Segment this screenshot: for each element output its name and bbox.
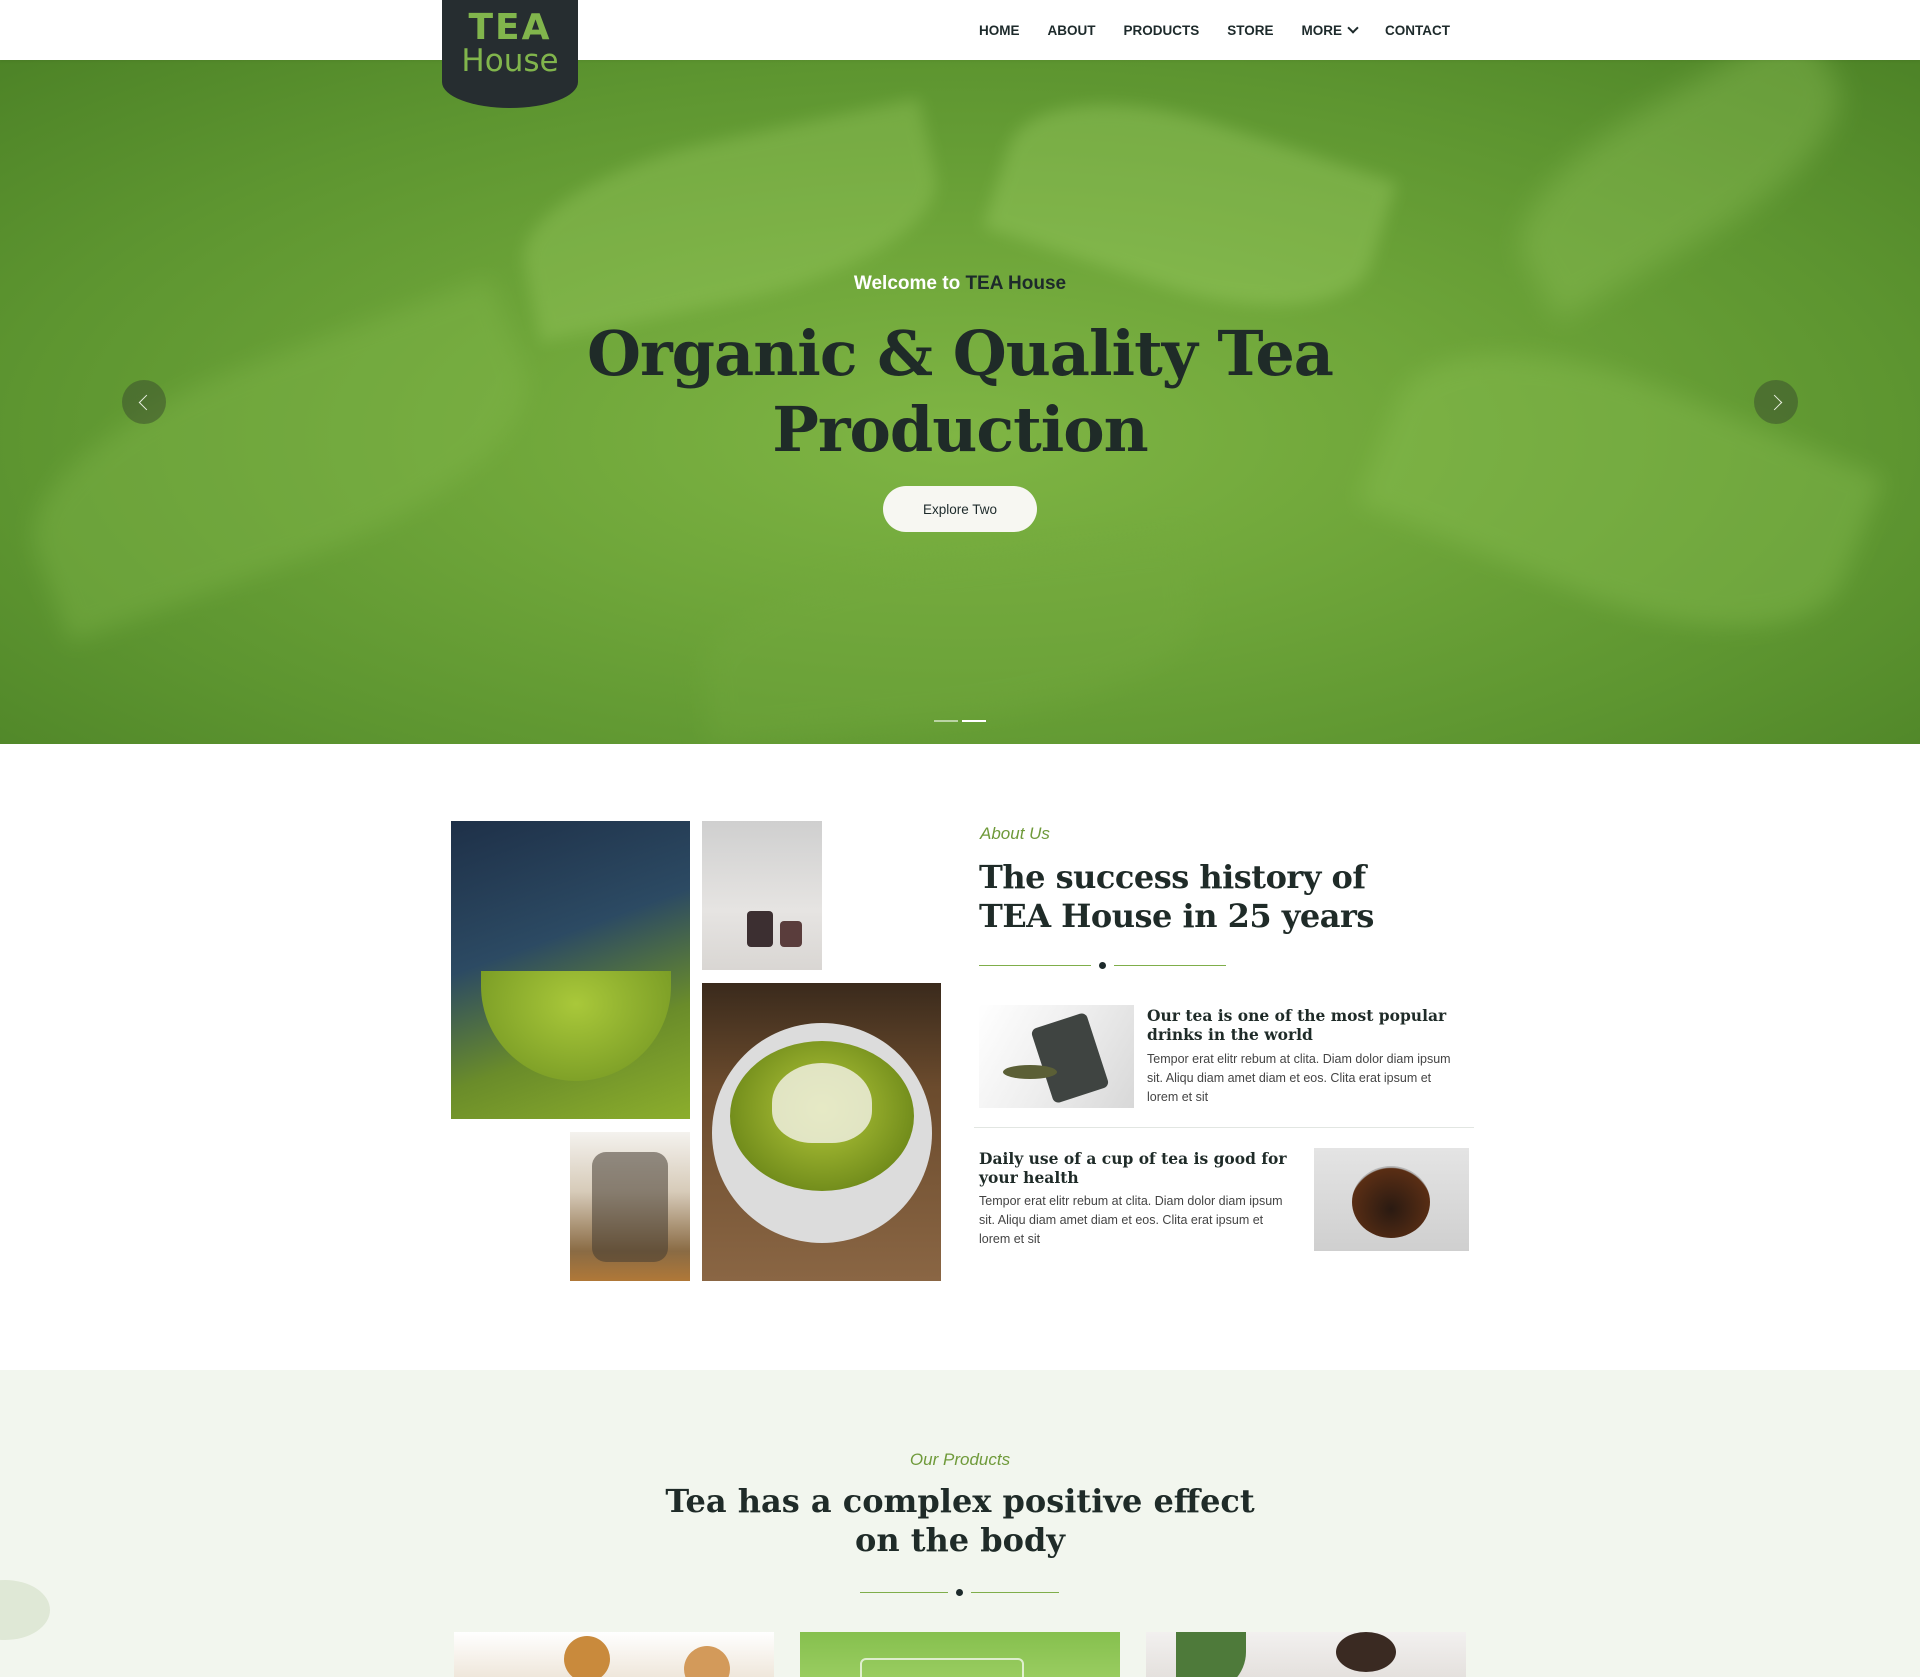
tin-shape [1030,1011,1110,1105]
nav-store[interactable]: STORE [1227,23,1273,38]
jar-shape [592,1152,668,1262]
leaf-shape [1,277,559,643]
cup-shape [1336,1632,1396,1672]
main-nav: HOME ABOUT PRODUCTS STORE MORE CONTACT [979,0,1450,60]
nav-contact[interactable]: CONTACT [1385,23,1450,38]
tea-jar-image [570,1132,690,1281]
chevron-right-icon [1766,394,1782,410]
feature-separator [974,1127,1474,1128]
teapot-shape [1352,1166,1430,1238]
divider-dot [956,1588,963,1596]
divider-dot [1099,961,1106,969]
products-divider [860,1586,1059,1598]
divider-line [1114,964,1226,966]
tea-cup-shape [564,1636,610,1677]
about-label: About Us [980,824,1050,843]
hero-carousel: Welcome to TEA House Organic & Quality T… [0,60,1920,744]
feature-2-text: Tempor erat elitr rebum at clita. Diam d… [979,1194,1283,1246]
leaf-shape [1356,298,1884,682]
feature-1-text: Tempor erat elitr rebum at clita. Diam d… [1147,1052,1451,1104]
nav-products[interactable]: PRODUCTS [1123,23,1199,38]
about-divider [979,959,1226,971]
chevron-down-icon [1347,22,1359,34]
carousel-dot-1[interactable] [934,720,958,722]
leaf-shape [983,65,1397,345]
leaf-shape [693,534,1207,744]
latte-art [772,1063,872,1143]
cup-shape [780,921,802,947]
feature-2-title: Daily use of a cup of tea is good for yo… [979,1149,1287,1187]
product-card[interactable] [454,1632,774,1677]
products-title: Tea has a complex positive effect on the… [665,1482,1255,1559]
plant-shape [1176,1632,1246,1677]
matcha-pour-image [451,821,690,1119]
teapot-image [1314,1148,1469,1251]
products-section: Our Products Tea has a complex positive … [0,1370,1920,1677]
leaf-decoration [0,1580,50,1640]
logo[interactable]: TEA House [442,0,578,108]
explore-button[interactable]: Explore Two [883,486,1037,532]
leaf-shape [507,98,953,342]
tea-tin-image [979,1005,1134,1108]
hero-welcome: Welcome to TEA House [0,273,1920,295]
divider-line [979,964,1091,966]
carousel-indicators [934,720,986,722]
nav-about[interactable]: ABOUT [1047,23,1095,38]
feature-1-title: Our tea is one of the most popular drink… [1147,1006,1447,1044]
glass-shape [860,1658,1024,1677]
bowl-shape [481,971,671,1081]
leaves-shape [1003,1065,1057,1079]
divider-line [971,1591,1059,1593]
matcha-latte-image [702,983,941,1281]
nav-home[interactable]: HOME [979,23,1020,38]
divider-line [860,1591,948,1593]
products-label: Our Products [909,1450,1011,1469]
cup-shape [747,911,773,947]
hero-title-line1: Organic & Quality Tea [587,317,1334,390]
carousel-prev-button[interactable] [122,380,166,424]
hero-title-line2: Production [772,393,1148,466]
about-title: The success history of TEA House in 25 y… [979,858,1374,935]
hero-title: Organic & Quality Tea Production [560,316,1360,468]
carousel-dot-2[interactable] [962,720,986,722]
logo-line1: TEA [468,7,552,48]
product-card[interactable] [800,1632,1120,1677]
tea-pot-pour-image [702,821,822,970]
product-card[interactable] [1146,1632,1466,1677]
logo-line2: House [461,43,559,79]
nav-more[interactable]: MORE [1301,22,1359,38]
carousel-next-button[interactable] [1754,380,1798,424]
hero-welcome-prefix: Welcome to [853,273,961,294]
tea-cup-shape [684,1646,730,1677]
hero-welcome-brand: TEA House [965,273,1067,294]
nav-more-label: MORE [1301,22,1343,38]
navbar: HOME ABOUT PRODUCTS STORE MORE CONTACT [0,0,1920,60]
chevron-left-icon [138,394,154,410]
